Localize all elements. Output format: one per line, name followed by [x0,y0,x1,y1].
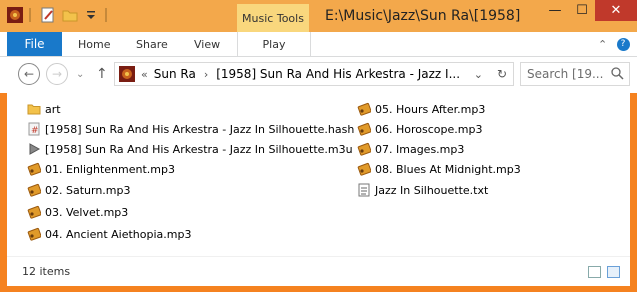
address-bar[interactable]: « Sun Ra › [1958] Sun Ra And His Arkestr… [114,62,514,86]
hash-file-icon: # [27,122,41,136]
breadcrumb-item-album[interactable]: [1958] Sun Ra And His Arkestra - Jazz I.… [216,67,460,81]
audio-file-icon [357,122,372,136]
audio-file-icon [27,227,42,241]
tab-share[interactable]: Share [136,32,168,56]
help-icon[interactable]: ? [616,37,630,51]
refresh-icon[interactable]: ↻ [497,67,507,81]
album-art-icon [119,66,135,82]
tab-play[interactable]: Play [237,32,311,56]
file-item-m3u[interactable]: [1958] Sun Ra And His Arkestra - Jazz In… [27,139,353,159]
audio-file-icon [357,142,372,156]
file-item-art[interactable]: art [27,99,61,119]
customize-quick-access-icon[interactable] [83,7,99,23]
file-item-track-05[interactable]: 05. Hours After.mp3 [357,99,485,119]
album-art-icon[interactable] [7,7,23,23]
tab-view[interactable]: View [194,32,220,56]
file-item-track-02[interactable]: 02. Saturn.mp3 [27,180,131,200]
file-item-track-08[interactable]: 08. Blues At Midnight.mp3 [357,159,521,179]
search-icon [611,67,624,83]
item-count: 12 items [22,265,71,278]
playlist-icon [27,142,41,156]
details-view-icon[interactable] [588,266,601,278]
folder-icon [27,102,41,116]
audio-file-icon [27,183,42,197]
address-dropdown-icon[interactable]: ⌄ [474,68,483,81]
search-placeholder: Search [19... [527,67,604,81]
up-button[interactable]: ↑ [96,63,108,85]
separator-icon [103,7,109,23]
title-bar: Music Tools E:\Music\Jazz\Sun Ra\[1958] … [0,0,637,32]
text-file-icon [357,183,371,197]
properties-icon[interactable] [40,7,56,23]
new-folder-icon[interactable] [62,7,78,23]
window-title: E:\Music\Jazz\Sun Ra\[1958] Sun Ra And H… [325,8,525,24]
breadcrumb-item-sun-ra[interactable]: Sun Ra [154,67,196,81]
file-item-track-06[interactable]: 06. Horoscope.mp3 [357,119,482,139]
file-item-track-04[interactable]: 04. Ancient Aiethopia.mp3 [27,224,191,244]
search-input[interactable]: Search [19... [520,62,630,86]
maximize-button[interactable]: ☐ [569,0,595,21]
status-bar: 12 items [7,256,630,286]
explorer-window: Music Tools E:\Music\Jazz\Sun Ra\[1958] … [0,0,637,292]
large-icons-view-icon[interactable] [607,266,620,278]
forward-button[interactable]: → [46,63,68,85]
minimize-button[interactable]: — [541,0,569,21]
separator-icon [27,7,33,23]
navigation-bar: ← → ⌄ ↑ « Sun Ra › [1958] Sun Ra And His… [0,57,637,93]
recent-locations-dropdown-icon[interactable]: ⌄ [76,63,84,85]
tab-file[interactable]: File [7,32,62,56]
audio-file-icon [357,102,372,116]
file-item-track-01[interactable]: 01. Enlightenment.mp3 [27,159,175,179]
back-button[interactable]: ← [18,63,40,85]
file-item-txt[interactable]: Jazz In Silhouette.txt [357,180,488,200]
close-button[interactable]: ✕ [595,0,637,21]
ribbon-expand-icon[interactable]: ⌃ [598,32,607,56]
audio-file-icon [357,162,372,176]
ribbon-tab-bar: File Home Share View Play ⌃ ? [0,32,637,57]
music-tools-context-label: Music Tools [237,4,309,32]
file-item-track-03[interactable]: 03. Velvet.mp3 [27,202,128,222]
file-item-track-07[interactable]: 07. Images.mp3 [357,139,464,159]
file-list: art # [1958] Sun Ra And His Arkestra - J… [7,93,630,256]
tab-home[interactable]: Home [78,32,110,56]
audio-file-icon [27,205,42,219]
file-item-hash[interactable]: # [1958] Sun Ra And His Arkestra - Jazz … [27,119,354,139]
svg-text:#: # [31,126,39,136]
breadcrumb-overflow-icon[interactable]: « [141,68,148,81]
audio-file-icon [27,162,42,176]
breadcrumb-separator-icon[interactable]: › [204,68,208,81]
